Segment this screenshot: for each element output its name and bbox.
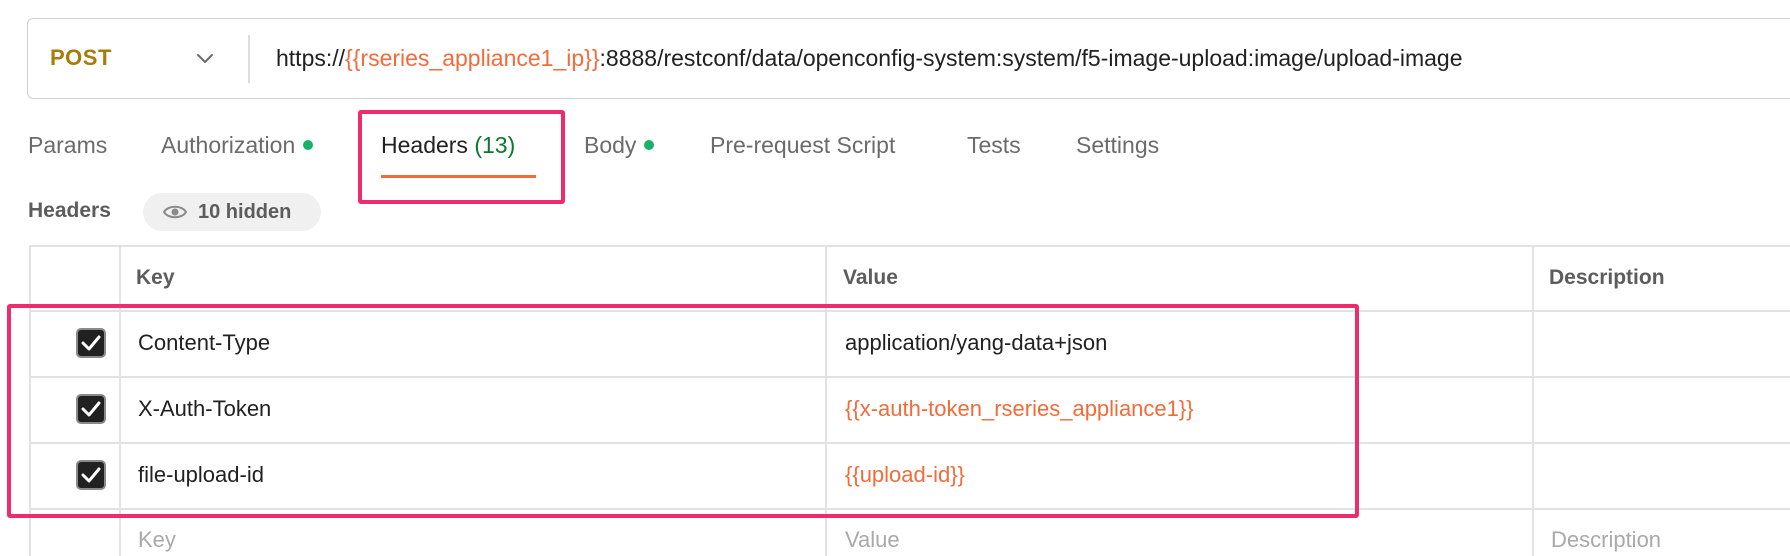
status-dot: [644, 139, 655, 150]
tab-label: Authorization: [161, 132, 296, 158]
hidden-count-label: 10 hidden: [198, 201, 292, 223]
hidden-headers-toggle[interactable]: 10 hidden: [143, 193, 321, 231]
url-part-path: :8888/restconf/data/openconfig-system:sy…: [599, 45, 1463, 71]
new-value-input[interactable]: Value: [845, 527, 900, 553]
new-description-input[interactable]: Description: [1551, 527, 1661, 553]
column-header-key: Key: [136, 266, 175, 289]
method-select[interactable]: POST: [50, 19, 112, 97]
method-label[interactable]: POST: [50, 45, 112, 70]
tab-pre-request-script[interactable]: Pre-request Script: [710, 132, 895, 159]
tab-authorization[interactable]: Authorization: [161, 132, 314, 159]
url-part-variable[interactable]: {{rseries_appliance1_ip}}: [345, 45, 599, 71]
tab-label: Params: [28, 132, 108, 158]
tab-tests[interactable]: Tests: [967, 132, 1021, 159]
headers-title: Headers: [28, 199, 111, 222]
tab-label: Pre-request Script: [710, 132, 896, 158]
status-dot: [303, 139, 314, 150]
tab-settings[interactable]: Settings: [1076, 132, 1159, 159]
column-header-value: Value: [843, 266, 898, 289]
eye-icon: [163, 205, 187, 219]
highlight-box-tab: [358, 110, 565, 204]
url-input[interactable]: https://{{rseries_appliance1_ip}}:8888/r…: [276, 19, 1463, 97]
column-header-description: Description: [1549, 266, 1665, 289]
tab-params[interactable]: Params: [28, 132, 107, 159]
table-border-top: [29, 245, 1790, 247]
tab-label: Tests: [967, 132, 1021, 158]
highlight-box-rows: [7, 304, 1359, 518]
chevron-down-icon[interactable]: [194, 47, 216, 69]
table-col-divider: [1532, 245, 1534, 556]
url-part-scheme: https://: [276, 45, 346, 71]
tab-label: Settings: [1076, 132, 1160, 158]
request-url-bar: POST https://{{rseries_appliance1_ip}}:8…: [27, 18, 1790, 99]
tab-body[interactable]: Body: [584, 132, 655, 159]
url-divider: [248, 35, 250, 83]
tab-label: Body: [584, 132, 637, 158]
new-key-input[interactable]: Key: [138, 527, 176, 553]
